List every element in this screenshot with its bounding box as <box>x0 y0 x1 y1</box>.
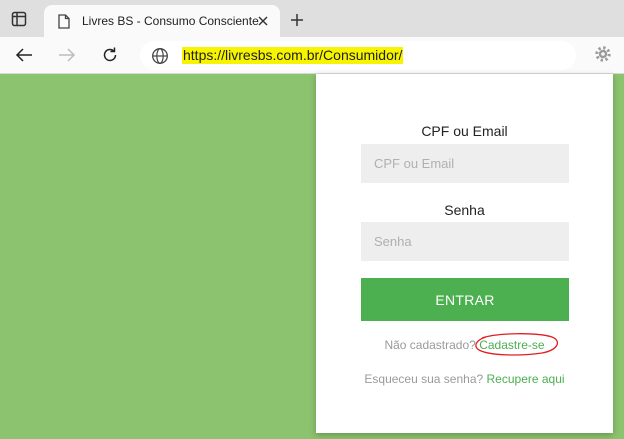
gear-icon[interactable] <box>593 44 613 64</box>
plus-icon[interactable] <box>286 9 308 31</box>
login-label: CPF ou Email <box>421 123 508 139</box>
register-prompt: Não cadastrado? <box>384 338 476 352</box>
register-link[interactable]: Cadastre-se <box>479 338 544 352</box>
back-arrow-icon[interactable] <box>12 43 36 67</box>
url-text[interactable]: https://livresbs.com.br/Consumidor/ <box>182 47 404 64</box>
login-input[interactable] <box>361 144 569 183</box>
globe-icon[interactable] <box>151 47 169 65</box>
browser-toolbar: https://livresbs.com.br/Consumidor/ <box>0 37 624 74</box>
browser-tab-strip: Livres BS - Consumo Consciente <box>0 0 624 37</box>
password-input[interactable] <box>361 222 569 261</box>
browser-tab[interactable]: Livres BS - Consumo Consciente <box>44 5 280 37</box>
forward-arrow-icon[interactable] <box>55 43 79 67</box>
reload-icon[interactable] <box>98 43 122 67</box>
password-label: Senha <box>444 202 485 218</box>
tab-title: Livres BS - Consumo Consciente <box>82 14 259 28</box>
forgot-prompt: Esqueceu sua senha? <box>364 372 484 386</box>
register-line: Não cadastrado? Cadastre-se <box>316 338 613 352</box>
tab-actions-icon[interactable] <box>8 8 30 30</box>
submit-button[interactable]: ENTRAR <box>361 278 569 321</box>
login-card: CPF ou Email Senha ENTRAR Não cadastrado… <box>316 74 613 433</box>
forgot-line: Esqueceu sua senha? Recupere aqui <box>316 372 613 386</box>
page-icon <box>56 13 72 29</box>
address-bar[interactable]: https://livresbs.com.br/Consumidor/ <box>140 41 576 70</box>
forgot-link[interactable]: Recupere aqui <box>487 372 565 386</box>
close-icon[interactable] <box>256 14 270 28</box>
